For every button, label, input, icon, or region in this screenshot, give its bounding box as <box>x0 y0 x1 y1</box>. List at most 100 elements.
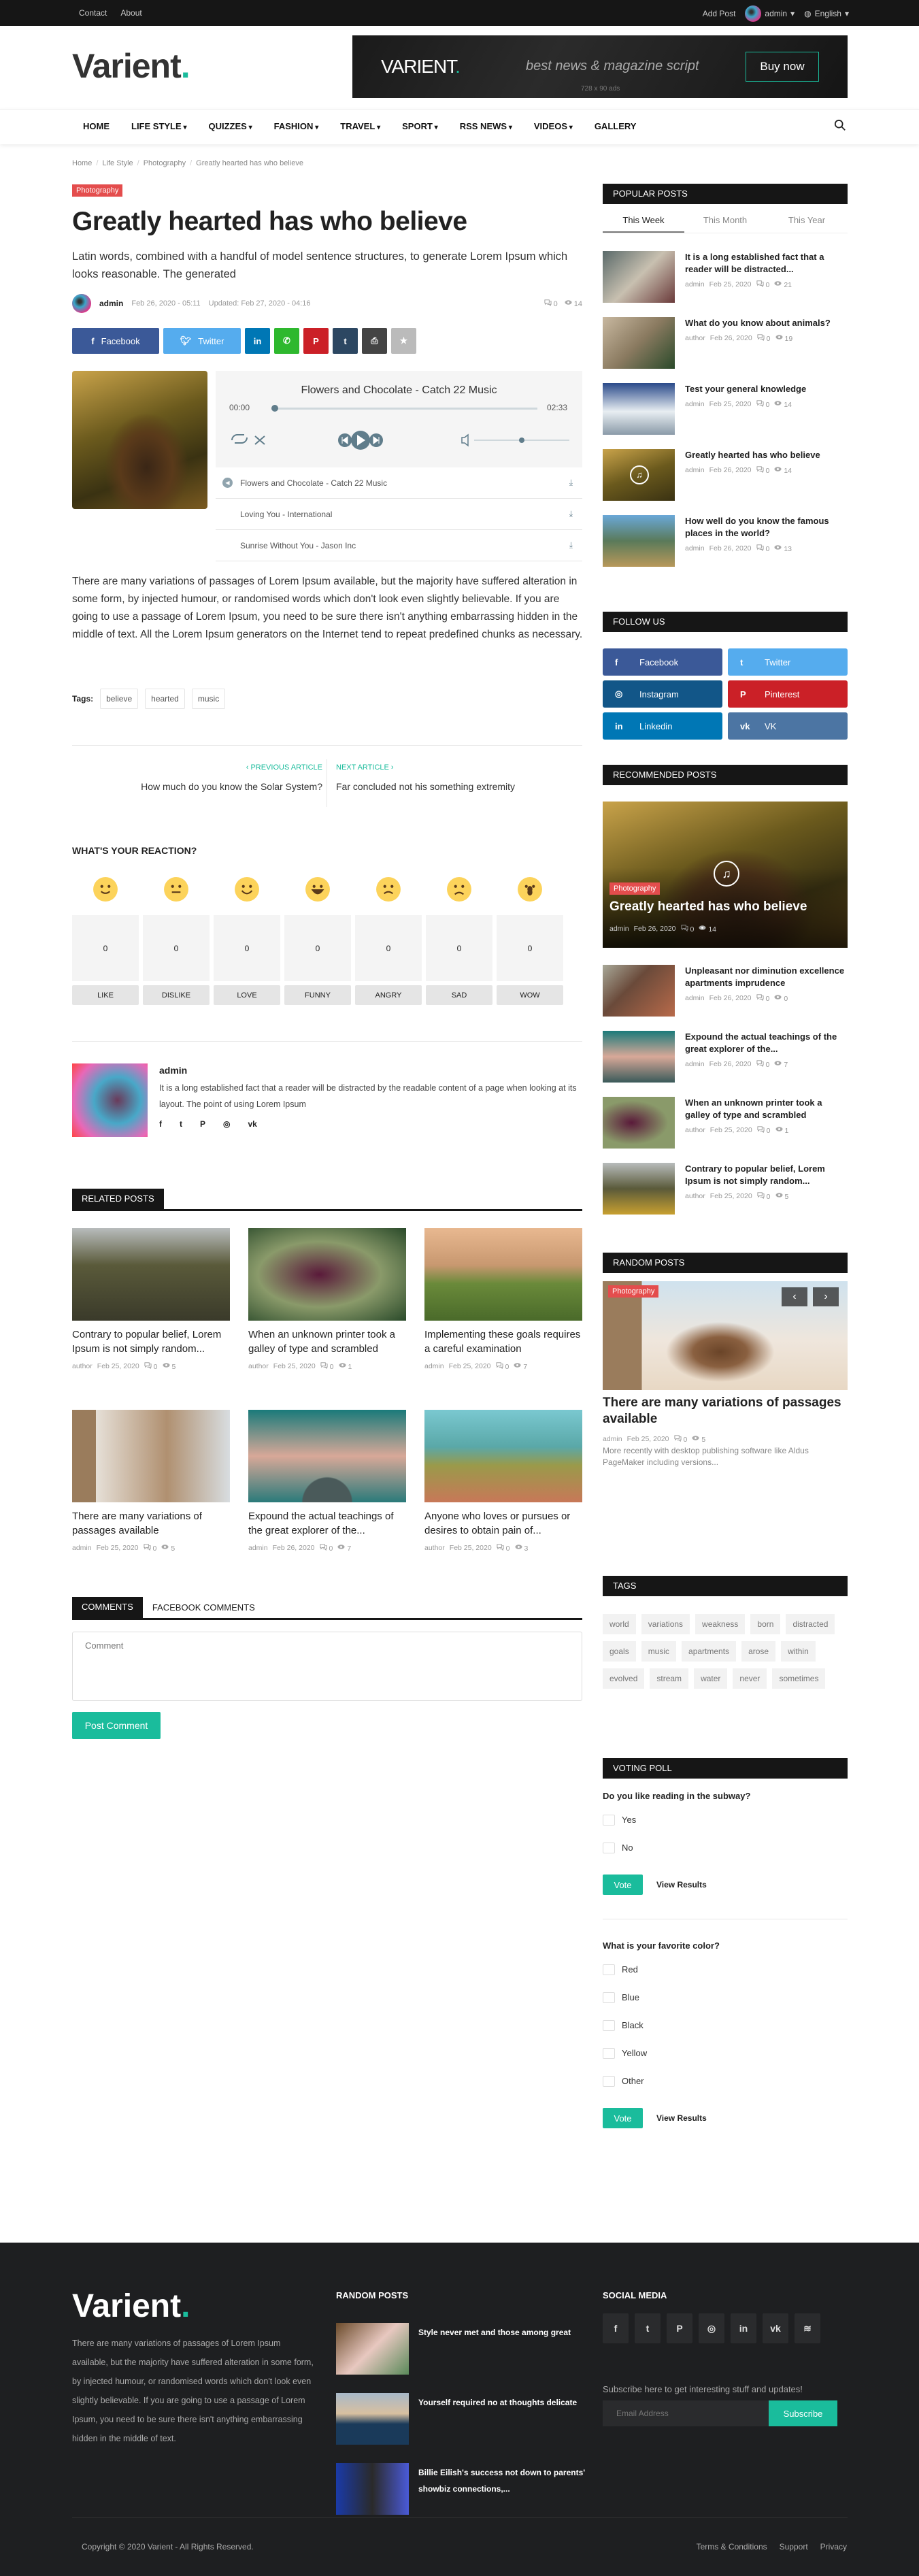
random-post-title[interactable]: There are many variations of passages av… <box>603 1395 848 1427</box>
tag-link[interactable]: evolved <box>603 1668 645 1689</box>
post-thumbnail[interactable] <box>603 1163 675 1215</box>
share-facebook-button[interactable]: f Facebook <box>72 328 159 354</box>
previous-track-icon[interactable] <box>338 433 352 447</box>
tab-comments[interactable]: COMMENTS <box>72 1597 143 1618</box>
poll-option[interactable]: No <box>603 1834 633 1862</box>
post-thumbnail[interactable] <box>603 515 675 567</box>
view-results-link[interactable]: View Results <box>656 2113 707 2123</box>
email-input[interactable] <box>603 2400 769 2426</box>
reaction-sad[interactable]: 0 SAD <box>426 876 492 1005</box>
volume-icon[interactable] <box>461 433 469 447</box>
featured-title[interactable]: Greatly hearted has who believe <box>609 899 807 914</box>
twitter-icon[interactable]: t <box>180 1119 182 1129</box>
nav-item-life-style[interactable]: LIFE STYLE ▾ <box>131 121 186 131</box>
footer-post-thumbnail[interactable] <box>336 2393 409 2445</box>
nav-item-videos[interactable]: VIDEOS ▾ <box>534 121 573 131</box>
download-icon[interactable]: ⤓ <box>569 478 573 488</box>
footer-post-title[interactable]: Style never met and those among great <box>418 2324 571 2375</box>
poll-option[interactable]: Yellow <box>603 2039 647 2067</box>
poll-checkbox[interactable] <box>603 1964 615 1975</box>
related-post-title[interactable]: There are many variations of passages av… <box>72 1509 230 1538</box>
comment-input[interactable] <box>72 1632 582 1701</box>
poll-checkbox[interactable] <box>603 1842 615 1853</box>
footer-link[interactable]: Privacy <box>820 2542 847 2552</box>
tag-link[interactable]: hearted <box>145 689 185 709</box>
vote-button[interactable]: Vote <box>603 1875 643 1895</box>
poll-checkbox[interactable] <box>603 1992 615 2003</box>
follow-facebook-button[interactable]: f Facebook <box>603 648 722 676</box>
follow-vk-button[interactable]: vk VK <box>728 712 848 740</box>
twitter-icon[interactable]: t <box>635 2313 661 2343</box>
related-post-card[interactable]: Implementing these goals requires a care… <box>424 1228 582 1371</box>
reaction-angry[interactable]: 0 ANGRY <box>355 876 422 1005</box>
reaction-love[interactable]: 0 LOVE <box>214 876 280 1005</box>
related-post-card[interactable]: Contrary to popular belief, Lorem Ipsum … <box>72 1228 230 1371</box>
progress-knob[interactable] <box>271 405 278 412</box>
subscribe-button[interactable]: Subscribe <box>769 2400 837 2426</box>
breadcrumb-item[interactable]: Home <box>72 159 92 167</box>
sidebar-post-title[interactable]: Greatly hearted has who believe <box>685 449 820 461</box>
related-post-title[interactable]: When an unknown printer took a galley of… <box>248 1327 406 1356</box>
favorite-button[interactable]: ★ <box>391 328 416 354</box>
tag-link[interactable]: apartments <box>682 1641 737 1662</box>
footer-logo[interactable]: Varient. <box>72 2288 190 2325</box>
tag-link[interactable]: never <box>733 1668 767 1689</box>
sidebar-post[interactable]: When an unknown printer took a galley of… <box>603 1097 848 1149</box>
reaction-funny[interactable]: 0 FUNNY <box>284 876 351 1005</box>
tag-link[interactable]: arose <box>741 1641 776 1662</box>
related-post-title[interactable]: Implementing these goals requires a care… <box>424 1327 582 1356</box>
tag-link[interactable]: born <box>750 1614 781 1634</box>
share-pinterest-button[interactable]: P <box>303 328 329 354</box>
share-whatsapp-button[interactable]: ✆ <box>274 328 299 354</box>
poll-option[interactable]: Red <box>603 1955 638 1983</box>
sidebar-post-title[interactable]: When an unknown printer took a galley of… <box>685 1097 848 1121</box>
author-link[interactable]: admin <box>99 299 123 308</box>
topbar-link-contact[interactable]: Contact <box>79 8 107 18</box>
poll-checkbox[interactable] <box>603 1814 615 1826</box>
instagram-icon[interactable]: ◎ <box>223 1119 230 1129</box>
post-thumbnail[interactable] <box>603 1031 675 1083</box>
tab-facebook-comments[interactable]: FACEBOOK COMMENTS <box>143 1597 265 1618</box>
post-thumbnail[interactable] <box>603 383 675 435</box>
reaction-dislike[interactable]: 0 DISLIKE <box>143 876 210 1005</box>
nav-item-quizzes[interactable]: QUIZZES ▾ <box>208 121 252 131</box>
footer-post-title[interactable]: Billie Eilish's success not down to pare… <box>418 2464 588 2515</box>
nav-item-travel[interactable]: TRAVEL ▾ <box>340 121 380 131</box>
random-post-image[interactable]: Photography ‹ › <box>603 1281 848 1390</box>
tag-link[interactable]: distracted <box>786 1614 835 1634</box>
related-post-title[interactable]: Expound the actual teachings of the grea… <box>248 1509 406 1538</box>
add-post-link[interactable]: Add Post <box>703 9 736 18</box>
poll-option[interactable]: Blue <box>603 1983 639 2011</box>
nav-item-fashion[interactable]: FASHION ▾ <box>274 121 319 131</box>
reaction-label[interactable]: LIKE <box>72 985 139 1005</box>
reaction-wow[interactable]: 0 WOW <box>497 876 563 1005</box>
share-tumblr-button[interactable]: t <box>333 328 358 354</box>
sidebar-post-title[interactable]: Test your general knowledge <box>685 383 806 395</box>
reaction-like[interactable]: 0 LIKE <box>72 876 139 1005</box>
pinterest-icon[interactable]: P <box>667 2313 692 2343</box>
download-icon[interactable]: ⤓ <box>569 540 573 550</box>
post-thumbnail[interactable] <box>603 251 675 303</box>
tag-link[interactable]: within <box>781 1641 816 1662</box>
previous-article[interactable]: ‹ PREVIOUS ARTICLE How much do you know … <box>72 763 322 792</box>
playlist-item[interactable]: Sunrise Without You - Jason Inc ⤓ <box>216 530 582 561</box>
sidebar-post[interactable]: It is a long established fact that a rea… <box>603 251 848 303</box>
related-post-card[interactable]: There are many variations of passages av… <box>72 1410 230 1553</box>
breadcrumb-item[interactable]: Photography <box>144 159 186 167</box>
sidebar-post-title[interactable]: Contrary to popular belief, Lorem Ipsum … <box>685 1163 848 1187</box>
tag-link[interactable]: stream <box>650 1668 689 1689</box>
sidebar-post[interactable]: Test your general knowledge admin Feb 25, … <box>603 383 848 435</box>
sidebar-post-title[interactable]: Expound the actual teachings of the grea… <box>685 1031 848 1055</box>
nav-item-gallery[interactable]: GALLERY <box>595 121 637 131</box>
tag-link[interactable]: weakness <box>695 1614 746 1634</box>
nav-item-sport[interactable]: SPORT ▾ <box>402 121 438 131</box>
progress-slider[interactable] <box>271 405 537 412</box>
playlist-item[interactable]: ◀ Flowers and Chocolate - Catch 22 Music ⤓ <box>216 467 582 499</box>
sidebar-post-title[interactable]: What do you know about animals? <box>685 317 831 329</box>
vk-icon[interactable]: vk <box>248 1119 257 1129</box>
footer-random-post[interactable]: Billie Eilish's success not down to pare… <box>336 2463 588 2515</box>
vk-icon[interactable]: vk <box>763 2313 788 2343</box>
next-article[interactable]: NEXT ARTICLE › Far concluded not his som… <box>336 763 581 792</box>
related-post-image[interactable] <box>424 1410 582 1502</box>
volume-slider[interactable] <box>474 437 569 443</box>
